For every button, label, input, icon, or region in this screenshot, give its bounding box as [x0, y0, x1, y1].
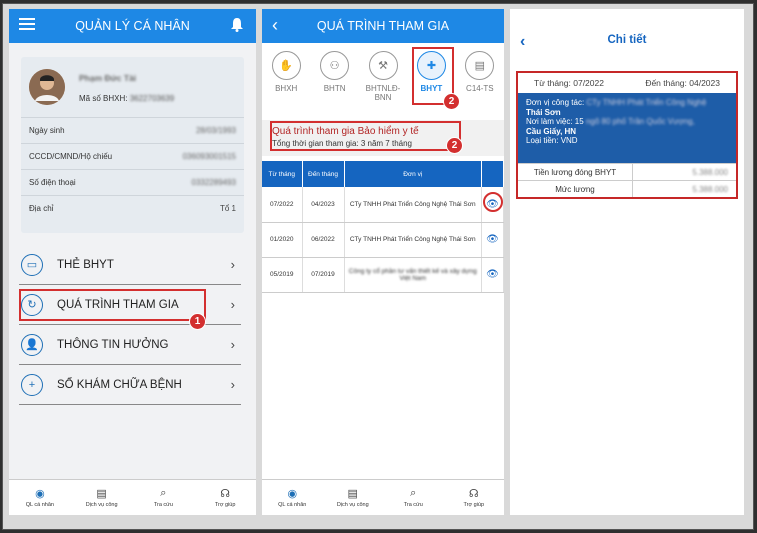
menu-item-thong-tin-huong[interactable]: 👤 THÔNG TIN HƯỞNG ›: [19, 325, 241, 365]
headset-icon: ☊: [220, 488, 231, 500]
user-circle-icon: ◉: [287, 488, 298, 500]
highlight-box: [270, 121, 461, 151]
participation-history-screen: ‹ QUÁ TRÌNH THAM GIA ✋ BHXH ⚇ BHTN ⚒ BHTNLĐ…: [262, 9, 504, 515]
headset-icon: ☊: [468, 488, 479, 500]
back-arrow-icon[interactable]: ‹: [520, 33, 525, 51]
highlight-box: [19, 289, 206, 321]
salary-row: Tiền lương đóng BHYT 5.388.000: [518, 163, 736, 180]
to-month: Đến tháng: 04/2023: [645, 78, 720, 88]
chevron-right-icon: ›: [230, 297, 235, 312]
user-circle-icon: ◉: [35, 488, 45, 500]
nav-public-services[interactable]: ▤ Dịch vụ công: [71, 480, 133, 515]
nav-personal[interactable]: ◉ QL cá nhân: [262, 480, 323, 515]
step-badge: 1: [189, 313, 206, 330]
nav-lookup[interactable]: ⌕ Tra cứu: [133, 480, 195, 515]
menu-item-so-kham-chua-benh[interactable]: + SỔ KHÁM CHỮA BỆNH ›: [19, 365, 241, 405]
group-icon: ⚇: [320, 51, 350, 80]
document-icon: ▤: [347, 488, 358, 500]
nav-lookup[interactable]: ⌕ Tra cứu: [383, 480, 444, 515]
insurance-tabs: ✋ BHXH ⚇ BHTN ⚒ BHTNLĐ-BNN ✚ BHYT ▤ C14-TS: [262, 43, 504, 105]
table-row: 01/2020 06/2022 CTy TNHH Phát Triển Công N…: [262, 222, 504, 258]
highlight-circle: [483, 192, 503, 212]
detail-screen: ‹ Chi tiết Từ tháng: 07/2022 Đến tháng: …: [510, 9, 744, 515]
menu-icon[interactable]: [19, 17, 35, 34]
document-icon: ▤: [465, 51, 495, 80]
history-table: Từ tháng Đến tháng Đơn vị 07/2022 04/2023…: [262, 161, 504, 293]
profile-card: Phạm Đức Tài Mã số BHXH: 3622703639 Ngày…: [21, 57, 244, 233]
worker-icon: ⚒: [368, 51, 398, 80]
bell-icon[interactable]: [230, 17, 244, 35]
search-icon: ⌕: [160, 487, 167, 499]
tab-c14-ts[interactable]: ▤ C14-TS: [456, 51, 504, 105]
col-unit: Đơn vị: [344, 161, 482, 187]
hands-icon: ✋: [271, 51, 301, 80]
nav-personal[interactable]: ◉ QL cá nhân: [9, 480, 71, 515]
nav-support[interactable]: ☊ Trợ giúp: [194, 480, 256, 515]
chevron-right-icon: ›: [230, 377, 235, 392]
back-arrow-icon[interactable]: ‹: [272, 15, 278, 36]
menu-list: ▭ THẺ BHYT › ↻ QUÁ TRÌNH THAM GIA › 👤 TH…: [19, 245, 241, 405]
document-icon: ▤: [96, 488, 107, 500]
work-details: Đơn vị công tác: CTy TNHH Phát Triển Côn…: [516, 93, 738, 163]
from-month: Từ tháng: 07/2022: [534, 78, 604, 88]
table-row: 07/2022 04/2023 CTy TNHH Phát Triển Công N…: [262, 187, 504, 223]
tab-bhxh[interactable]: ✋ BHXH: [262, 51, 310, 105]
step-badge: 2: [443, 93, 460, 110]
header: QUẢN LÝ CÁ NHÂN: [9, 9, 256, 43]
profile-name: Phạm Đức Tài: [79, 73, 137, 83]
bottom-nav: ◉ QL cá nhân ▤ Dịch vụ công ⌕ Tra cứu ☊ Trợ …: [9, 479, 256, 515]
personal-management-screen: QUẢN LÝ CÁ NHÂN Phạm Đức Tài Mã số BHXH:…: [9, 9, 256, 515]
page-title: QUÁ TRÌNH THAM GIA: [316, 19, 450, 33]
tab-bhtn[interactable]: ⚇ BHTN: [310, 51, 358, 105]
detail-header: ‹ Chi tiết: [510, 9, 744, 71]
bhxh-number: Mã số BHXH: 3622703639: [79, 94, 175, 103]
nav-support[interactable]: ☊ Trợ giúp: [444, 480, 505, 515]
nav-public-services[interactable]: ▤ Dịch vụ công: [323, 480, 384, 515]
step-badge: 2: [446, 137, 463, 154]
info-row-id: CCCD/CMND/Hộ chiếu 036093001515: [21, 143, 244, 169]
info-row-dob: Ngày sinh 28/03/1993: [21, 117, 244, 143]
card-icon: ▭: [21, 253, 43, 276]
avatar: [29, 69, 65, 105]
menu-item-the-bhyt[interactable]: ▭ THẺ BHYT ›: [19, 245, 241, 285]
salary-row: Mức lương 5.388.000: [518, 180, 736, 197]
header: ‹ QUÁ TRÌNH THAM GIA: [262, 9, 504, 43]
chevron-right-icon: ›: [230, 257, 235, 272]
medical-cross-icon: +: [21, 373, 43, 396]
search-icon: ⌕: [410, 487, 417, 499]
table-row: 05/2019 07/2019 Công ty cổ phần tư vấn thi…: [262, 257, 504, 293]
bottom-nav: ◉ QL cá nhân ▤ Dịch vụ công ⌕ Tra cứu ☊ Trợ …: [262, 479, 504, 515]
col-from: Từ tháng: [262, 161, 303, 187]
eye-icon[interactable]: 👁: [486, 234, 499, 245]
info-row-address: Địa chỉ Tổ 1: [21, 195, 244, 221]
chevron-right-icon: ›: [230, 337, 235, 352]
info-row-phone: Số điện thoại 0332289493: [21, 169, 244, 195]
date-range: Từ tháng: 07/2022 Đến tháng: 04/2023: [516, 71, 738, 93]
page-title: QUẢN LÝ CÁ NHÂN: [75, 19, 190, 33]
salary-table: Tiền lương đóng BHYT 5.388.000 Mức lương 5…: [516, 163, 738, 199]
col-to: Đến tháng: [302, 161, 345, 187]
user-icon: 👤: [21, 333, 43, 356]
tab-bhtnld-bnn[interactable]: ⚒ BHTNLĐ-BNN: [359, 51, 407, 105]
page-title: Chi tiết: [607, 34, 647, 46]
eye-icon[interactable]: 👁: [486, 269, 499, 280]
